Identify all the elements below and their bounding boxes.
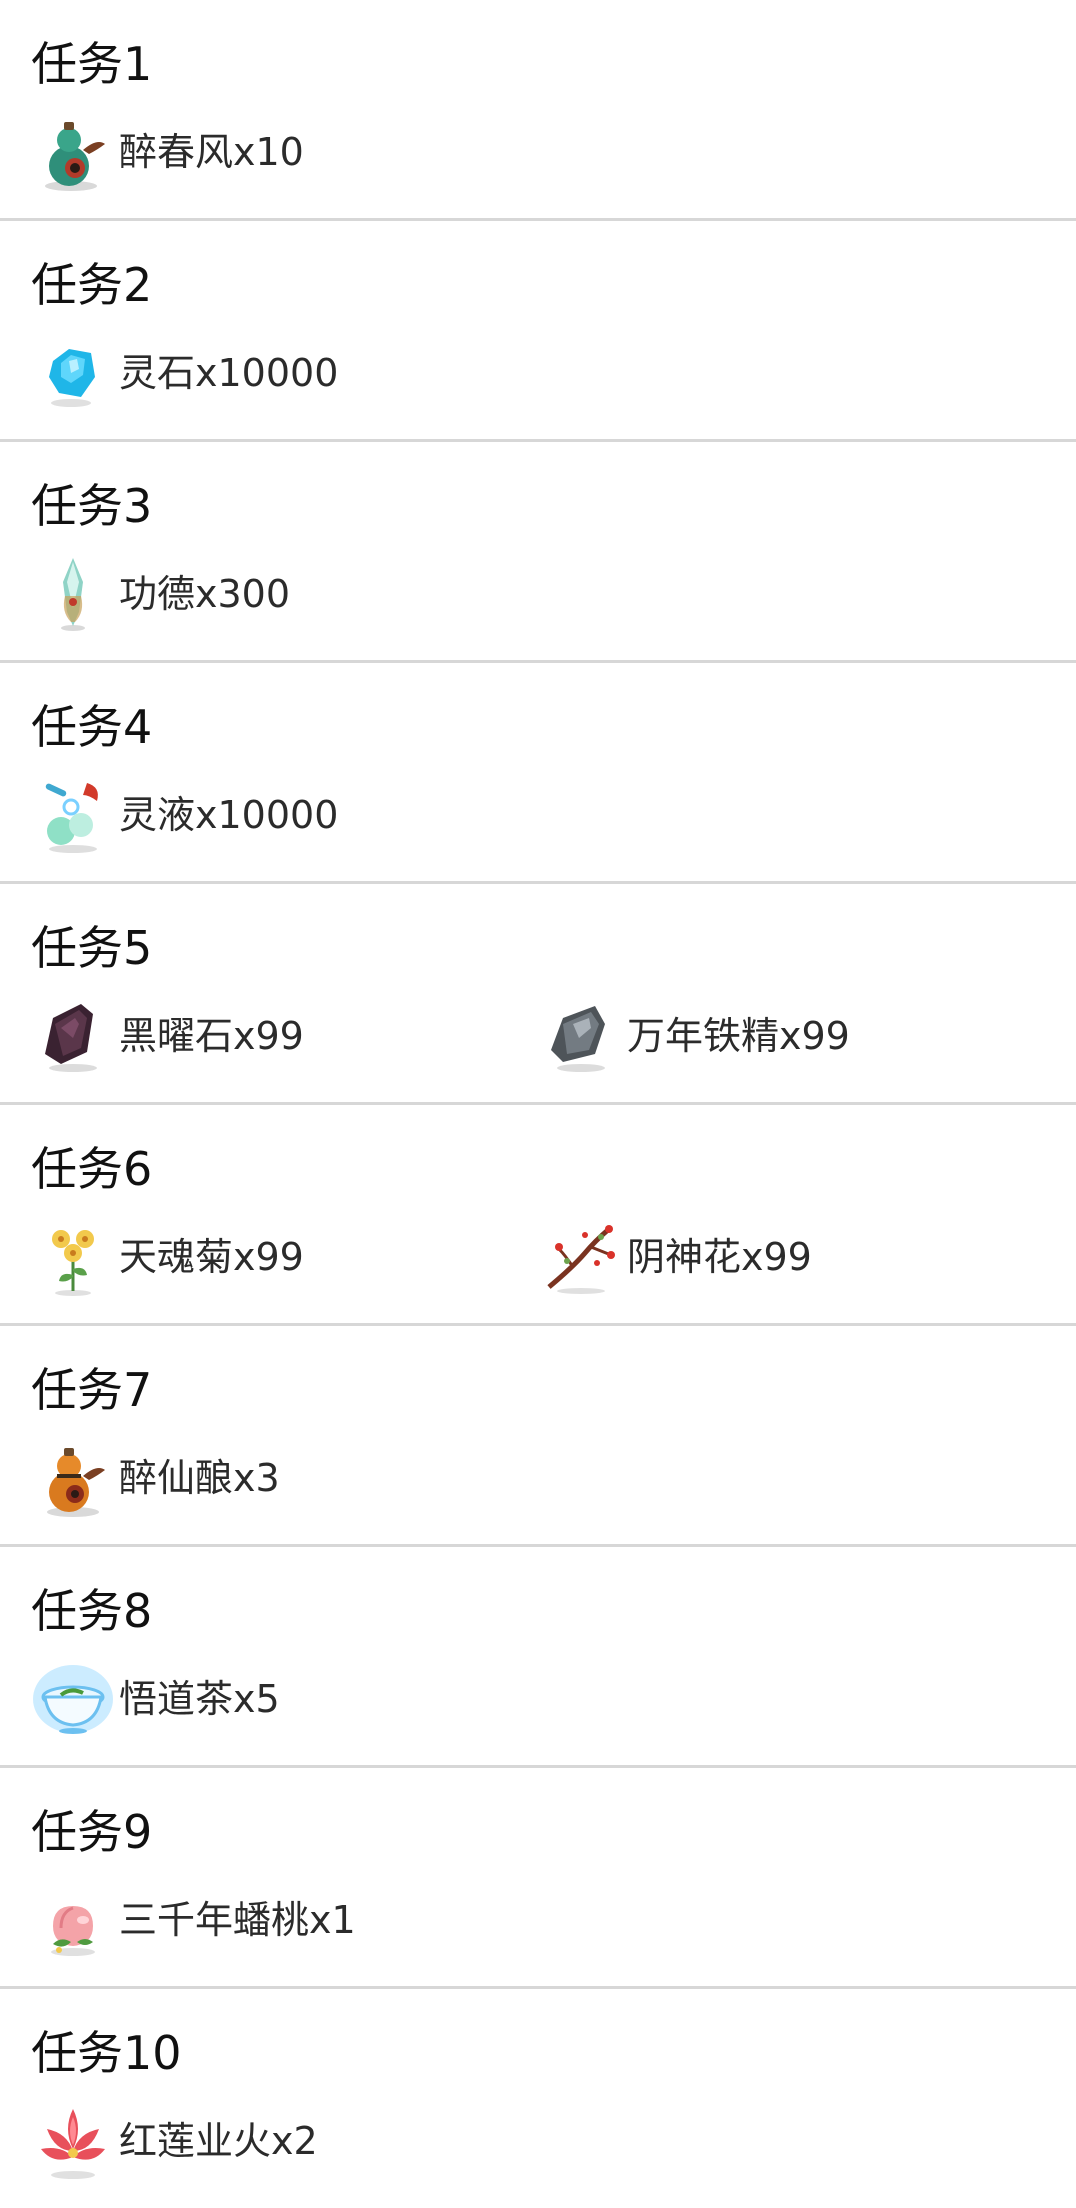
obsidian-icon xyxy=(45,1004,97,1072)
task-title: 任务9 xyxy=(31,1805,153,1859)
reward-label: 红莲业火x2 xyxy=(119,2119,318,2163)
merit-crystal-icon xyxy=(61,558,85,631)
reward-list: 天魂菊x99 阴神花x99 xyxy=(31,1215,1051,1299)
reward-label: 万年铁精x99 xyxy=(627,1014,850,1058)
reward-item: 灵石x10000 xyxy=(31,331,338,415)
reward-label: 醉春风x10 xyxy=(119,130,304,174)
reward-label: 醉仙酿x3 xyxy=(119,1456,280,1500)
gourd-wine-orange-icon xyxy=(47,1448,105,1517)
reward-list: 醉仙酿x3 xyxy=(31,1436,1051,1520)
task-title: 任务7 xyxy=(31,1363,153,1417)
task-row: 任务6 天魂菊x99 阴神花x99 xyxy=(0,1105,1076,1326)
task-row: 任务4 灵液x10000 xyxy=(0,663,1076,884)
spirit-liquid-icon xyxy=(45,783,98,853)
task-row: 任务10 红莲业火x2 xyxy=(0,1989,1076,2207)
reward-list: 红莲业火x2 xyxy=(31,2099,1051,2183)
spirit-stone-icon xyxy=(49,349,95,407)
reward-item: 醉春风x10 xyxy=(31,110,304,194)
reward-item: 三千年蟠桃x1 xyxy=(31,1878,356,1962)
reward-list: 功德x300 xyxy=(31,552,1051,636)
task-title: 任务8 xyxy=(31,1584,153,1638)
task-row: 任务2 灵石x10000 xyxy=(0,221,1076,442)
reward-label: 功德x300 xyxy=(119,572,291,616)
task-title: 任务3 xyxy=(31,479,153,533)
task-row: 任务5 黑曜石x99 万年铁精x99 xyxy=(0,884,1076,1105)
reward-list: 黑曜石x99 万年铁精x99 xyxy=(31,994,1051,1078)
reward-list: 三千年蟠桃x1 xyxy=(31,1878,1051,1962)
reward-label: 三千年蟠桃x1 xyxy=(119,1898,356,1942)
iron-essence-icon xyxy=(551,1006,605,1072)
task-list: 任务1 醉春风x10 任务2 灵石x10000 任务3 功德x300 任务4 灵液x1… xyxy=(0,0,1076,2207)
task-title: 任务4 xyxy=(31,700,153,754)
reward-item: 阴神花x99 xyxy=(539,1215,812,1299)
yin-flower-branch-icon xyxy=(547,1225,615,1294)
tea-bowl-icon xyxy=(33,1665,113,1734)
task-title: 任务5 xyxy=(31,921,153,975)
reward-label: 天魂菊x99 xyxy=(119,1235,304,1279)
reward-item: 万年铁精x99 xyxy=(539,994,850,1078)
task-title: 任务1 xyxy=(31,37,153,91)
reward-label: 悟道茶x5 xyxy=(119,1677,280,1721)
reward-label: 灵液x10000 xyxy=(119,793,339,837)
task-title: 任务6 xyxy=(31,1142,153,1196)
reward-list: 灵石x10000 xyxy=(31,331,1051,415)
task-row: 任务3 功德x300 xyxy=(0,442,1076,663)
reward-item: 黑曜石x99 xyxy=(31,994,304,1078)
task-row: 任务1 醉春风x10 xyxy=(0,0,1076,221)
chrysanthemum-icon xyxy=(52,1230,94,1296)
peach-icon xyxy=(51,1906,95,1956)
task-title: 任务2 xyxy=(31,258,153,312)
reward-list: 醉春风x10 xyxy=(31,110,1051,194)
task-row: 任务8 悟道茶x5 xyxy=(0,1547,1076,1768)
reward-item: 红莲业火x2 xyxy=(31,2099,318,2183)
gourd-wine-green-icon xyxy=(45,122,105,191)
reward-label: 黑曜石x99 xyxy=(119,1014,304,1058)
reward-item: 功德x300 xyxy=(31,552,290,636)
reward-label: 灵石x10000 xyxy=(119,351,339,395)
reward-item: 天魂菊x99 xyxy=(31,1215,304,1299)
task-row: 任务7 醉仙酿x3 xyxy=(0,1326,1076,1547)
reward-item: 灵液x10000 xyxy=(31,773,338,857)
reward-list: 悟道茶x5 xyxy=(31,1657,1051,1741)
reward-item: 悟道茶x5 xyxy=(31,1657,280,1741)
reward-item: 醉仙酿x3 xyxy=(31,1436,280,1520)
reward-label: 阴神花x99 xyxy=(627,1235,812,1279)
red-lotus-icon xyxy=(41,2109,105,2179)
reward-list: 灵液x10000 xyxy=(31,773,1051,857)
task-title: 任务10 xyxy=(31,2026,182,2080)
task-row: 任务9 三千年蟠桃x1 xyxy=(0,1768,1076,1989)
